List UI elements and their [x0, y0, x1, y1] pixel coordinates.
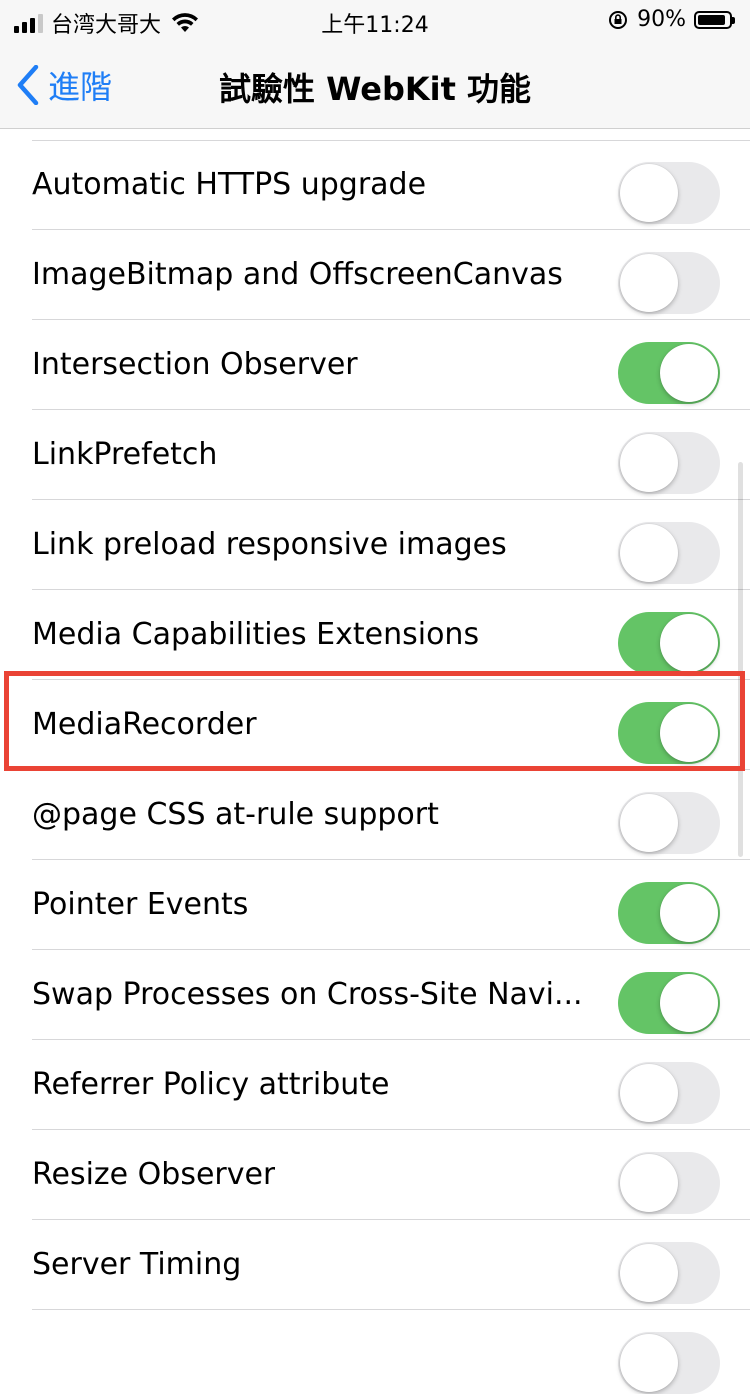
setting-row: Resize Observer [0, 1130, 750, 1220]
status-bar: 台湾大哥大 上午11:24 90% [0, 0, 750, 40]
toggle-knob [620, 434, 678, 492]
setting-label: LinkPrefetch [32, 437, 218, 472]
setting-row: Pointer Events [0, 860, 750, 950]
setting-label: Intersection Observer [32, 347, 358, 382]
toggle-knob [660, 974, 718, 1032]
setting-row: Server Timing [0, 1220, 750, 1310]
setting-label: Media Capabilities Extensions [32, 617, 480, 652]
scrollbar[interactable] [738, 462, 743, 857]
setting-row: Media Capabilities Extensions [0, 590, 750, 680]
setting-label: Pointer Events [32, 887, 249, 922]
setting-label: Swap Processes on Cross-Site Navi... [32, 977, 583, 1012]
battery-icon [694, 10, 735, 29]
navigation-bar: 進階 試驗性 WebKit 功能 [0, 40, 750, 129]
top-row-remnant [0, 128, 750, 140]
setting-toggle[interactable] [618, 162, 720, 224]
setting-row: Intersection Observer [0, 320, 750, 410]
setting-row: ImageBitmap and OffscreenCanvas [0, 230, 750, 320]
setting-row: @page CSS at-rule support [0, 770, 750, 860]
settings-list: Automatic HTTPS upgrade ImageBitmap and O… [0, 128, 750, 1394]
setting-toggle[interactable] [618, 612, 720, 674]
setting-row: Link preload responsive images [0, 500, 750, 590]
toggle-knob [660, 344, 718, 402]
setting-toggle[interactable] [618, 972, 720, 1034]
setting-toggle[interactable] [618, 1152, 720, 1214]
toggle-knob [620, 254, 678, 312]
setting-label: MediaRecorder [32, 707, 257, 742]
setting-row: LinkPrefetch [0, 410, 750, 500]
setting-toggle[interactable] [618, 432, 720, 494]
orientation-lock-icon [609, 10, 628, 29]
toggle-knob [660, 614, 718, 672]
toggle-knob [620, 1244, 678, 1302]
setting-toggle[interactable] [618, 522, 720, 584]
setting-toggle[interactable] [618, 1062, 720, 1124]
battery-percent: 90% [637, 7, 686, 32]
setting-label: ImageBitmap and OffscreenCanvas [32, 257, 563, 292]
setting-toggle[interactable] [618, 252, 720, 314]
toggle-knob [620, 794, 678, 852]
setting-label: @page CSS at-rule support [32, 797, 439, 832]
toggle-knob [620, 1064, 678, 1122]
setting-toggle[interactable] [618, 702, 720, 764]
setting-label: Automatic HTTPS upgrade [32, 167, 427, 202]
toggle-knob [660, 704, 718, 762]
setting-toggle[interactable] [618, 882, 720, 944]
setting-label: Referrer Policy attribute [32, 1067, 390, 1102]
page-title: 試驗性 WebKit 功能 [218, 70, 532, 108]
setting-toggle[interactable] [618, 1332, 720, 1394]
setting-row: MediaRecorder [0, 680, 750, 770]
toggle-knob [620, 1334, 678, 1392]
setting-row-partial [0, 1310, 750, 1394]
toggle-knob [620, 1154, 678, 1212]
setting-toggle[interactable] [618, 342, 720, 404]
setting-label: Server Timing [32, 1247, 242, 1282]
toggle-knob [620, 524, 678, 582]
toggle-knob [660, 884, 718, 942]
setting-label: Link preload responsive images [32, 527, 507, 562]
setting-toggle[interactable] [618, 792, 720, 854]
setting-row: Automatic HTTPS upgrade [0, 140, 750, 230]
setting-label: Resize Observer [32, 1157, 276, 1192]
setting-row: Swap Processes on Cross-Site Navi... [0, 950, 750, 1040]
toggle-knob [620, 164, 678, 222]
setting-toggle[interactable] [618, 1242, 720, 1304]
status-right: 90% [607, 7, 735, 32]
setting-row: Referrer Policy attribute [0, 1040, 750, 1130]
